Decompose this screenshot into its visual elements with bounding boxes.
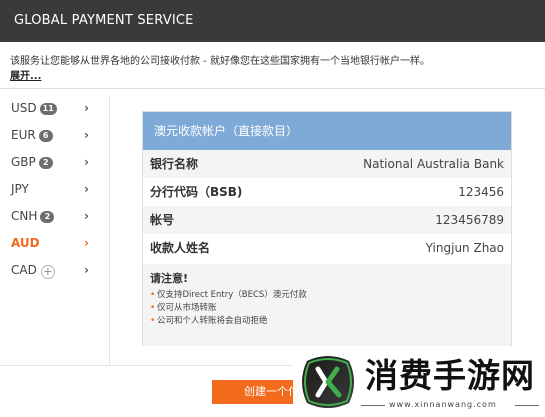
- detail-label: 帐号: [150, 213, 175, 227]
- sidebar-item-gbp[interactable]: GBP 2 ›: [0, 149, 109, 176]
- app-header: GLOBAL PAYMENT SERVICE: [0, 0, 545, 42]
- notice-title: 请注意!: [150, 272, 189, 285]
- header-divider: [0, 88, 545, 89]
- currency-code: JPY: [11, 182, 29, 196]
- currency-code: AUD: [11, 236, 40, 250]
- header-title: GLOBAL PAYMENT SERVICE: [14, 13, 194, 28]
- currency-sidebar: USD 11 › EUR 6 › GBP 2 › JPY › CNH 2 › AUD ›…: [0, 95, 110, 365]
- detail-value: National Australia Bank: [363, 157, 504, 171]
- chevron-right-icon: ›: [84, 128, 89, 142]
- detail-label: 收款人姓名: [150, 241, 211, 255]
- account-count-badge: 11: [39, 103, 57, 115]
- add-account-icon[interactable]: +: [40, 265, 55, 279]
- chevron-right-icon: ›: [84, 263, 89, 277]
- currency-code: CNH: [11, 209, 38, 223]
- watermark-brand: 消费手游网: [365, 356, 535, 395]
- brand-logo-icon: [302, 356, 354, 408]
- notice-item: • 公司和个人转账将会自动拒绝: [150, 315, 504, 328]
- detail-label: 银行名称: [150, 157, 199, 171]
- detail-row-bank-name: 银行名称 National Australia Bank: [143, 150, 511, 178]
- account-details-list: 银行名称 National Australia Bank 分行代码（BSB) 1…: [143, 150, 511, 262]
- currency-code: GBP: [11, 155, 36, 169]
- sidebar-item-eur[interactable]: EUR 6 ›: [0, 122, 109, 149]
- currency-code: CAD: [11, 263, 37, 277]
- bullet-icon: •: [150, 290, 156, 300]
- intro-text: 该服务让您能够从世界各地的公司接收付款 - 就好像您在这些国家拥有一个当地银行帐…: [10, 54, 540, 84]
- watermark-rule-right: [515, 405, 539, 406]
- chevron-right-icon: ›: [84, 209, 89, 223]
- sidebar-item-usd[interactable]: USD 11 ›: [0, 95, 109, 122]
- detail-row-account-number: 帐号 123456789: [143, 206, 511, 234]
- notice-item: • 仅可从市场转账: [150, 302, 504, 315]
- expand-link[interactable]: 展开...: [10, 69, 540, 84]
- currency-code: USD: [11, 101, 37, 115]
- sidebar-item-cnh[interactable]: CNH 2 ›: [0, 203, 109, 230]
- notice-box: 请注意! • 仅支持Direct Entry（BECS）澳元付款 • 仅可从市场…: [143, 264, 511, 346]
- notice-item: • 仅支持Direct Entry（BECS）澳元付款: [150, 289, 504, 302]
- notice-text: 仅可从市场转账: [157, 303, 217, 313]
- detail-label: 分行代码（BSB): [150, 185, 243, 199]
- detail-value: 123456: [458, 185, 504, 199]
- sidebar-item-cad[interactable]: CAD + ›: [0, 257, 109, 284]
- chevron-right-icon: ›: [84, 236, 89, 250]
- sidebar-item-aud[interactable]: AUD ›: [0, 230, 109, 257]
- account-card-header: 澳元收款帐户（直接款目）: [143, 112, 511, 150]
- sidebar-item-jpy[interactable]: JPY ›: [0, 176, 109, 203]
- bullet-icon: •: [150, 316, 156, 326]
- account-details-card: 澳元收款帐户（直接款目） 银行名称 National Australia Ban…: [142, 111, 512, 346]
- notice-text: 仅支持Direct Entry（BECS）澳元付款: [157, 290, 307, 300]
- watermark-rule-left: [361, 405, 385, 406]
- notice-text: 公司和个人转账将会自动拒绝: [157, 316, 268, 326]
- detail-value: Yingjun Zhao: [425, 241, 504, 255]
- chevron-right-icon: ›: [84, 101, 89, 115]
- bullet-icon: •: [150, 303, 156, 313]
- chevron-right-icon: ›: [84, 182, 89, 196]
- account-count-badge: 2: [38, 157, 53, 169]
- site-watermark: 消费手游网 www.xinnanwang.com: [293, 350, 545, 417]
- detail-value: 123456789: [435, 213, 504, 227]
- intro-description: 该服务让您能够从世界各地的公司接收付款 - 就好像您在这些国家拥有一个当地银行帐…: [10, 56, 430, 67]
- currency-code: EUR: [11, 128, 36, 142]
- watermark-url: www.xinnanwang.com: [389, 400, 497, 409]
- chevron-right-icon: ›: [84, 155, 89, 169]
- detail-row-payee-name: 收款人姓名 Yingjun Zhao: [143, 234, 511, 262]
- account-count-badge: 2: [40, 211, 55, 223]
- detail-row-bsb: 分行代码（BSB) 123456: [143, 178, 511, 206]
- account-count-badge: 6: [38, 130, 53, 142]
